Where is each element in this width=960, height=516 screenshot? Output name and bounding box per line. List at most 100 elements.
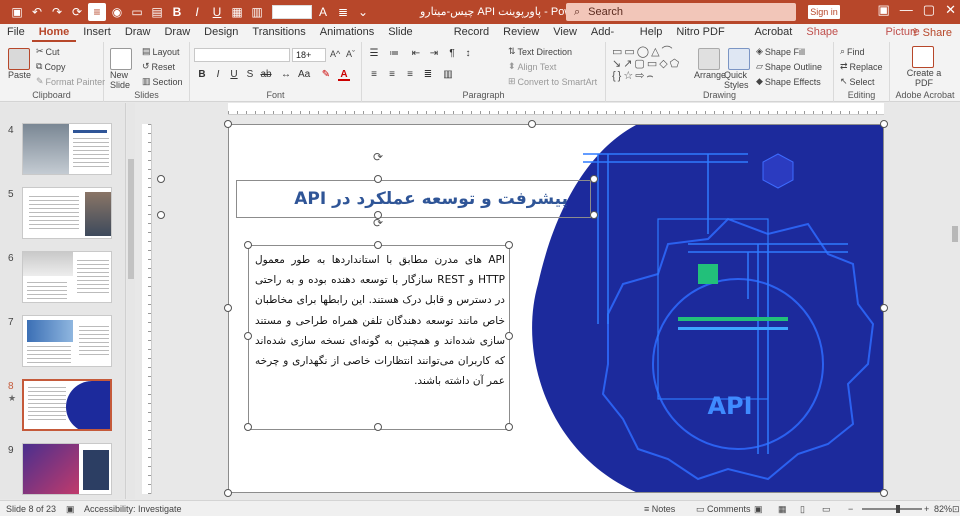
- tab-home[interactable]: Home: [31, 24, 77, 42]
- close-icon[interactable]: ✕: [945, 2, 956, 18]
- thumbnail-slide-5[interactable]: 5: [0, 187, 125, 243]
- slide-scroll-thumb[interactable]: [952, 226, 958, 242]
- resize-handle[interactable]: [880, 120, 888, 128]
- zoom-slider[interactable]: [862, 505, 922, 513]
- align-icon[interactable]: ≣: [334, 3, 352, 21]
- tab-file[interactable]: File: [0, 24, 32, 42]
- save-icon[interactable]: ▣: [8, 3, 26, 21]
- thumbnail-scroll-thumb[interactable]: [128, 159, 134, 279]
- tab-record[interactable]: Record: [447, 24, 496, 42]
- customize-icon[interactable]: ⌄: [354, 3, 372, 21]
- title-handle[interactable]: [590, 211, 598, 219]
- table-icon[interactable]: ▦: [228, 3, 246, 21]
- layout-button[interactable]: ▤ Layout: [142, 46, 180, 57]
- font-size-combo[interactable]: 18+: [292, 48, 326, 62]
- rtl-icon[interactable]: ¶: [446, 48, 458, 60]
- replace-button[interactable]: ⇄ Replace: [840, 61, 883, 72]
- text-direction-button[interactable]: ⇅ Text Direction: [508, 46, 572, 57]
- create-pdf-icon[interactable]: [912, 46, 934, 68]
- body-handle[interactable]: [505, 423, 513, 431]
- find-button[interactable]: ⌕ Find: [840, 46, 865, 57]
- resize-handle[interactable]: [528, 120, 536, 128]
- maximize-icon[interactable]: ▢: [923, 2, 935, 18]
- resize-handle[interactable]: [224, 120, 232, 128]
- grow-font-icon[interactable]: A^: [330, 49, 340, 59]
- tab-insert[interactable]: Insert: [76, 24, 118, 42]
- italic-qa-icon[interactable]: I: [188, 3, 206, 21]
- shadow-icon[interactable]: S: [244, 69, 256, 81]
- title-rotate-icon[interactable]: ⟳: [371, 150, 385, 164]
- tab-acrobat[interactable]: Acrobat: [747, 24, 799, 42]
- zoom-level[interactable]: 82%: [934, 504, 952, 514]
- spacing-icon[interactable]: ↔: [280, 69, 292, 81]
- zoom-slider-knob[interactable]: [896, 505, 900, 513]
- body-rotate-icon[interactable]: ⟳: [371, 216, 385, 230]
- body-handle[interactable]: [374, 423, 382, 431]
- comments-button[interactable]: ▭ Comments: [696, 504, 751, 515]
- notes-button[interactable]: ≡ Notes: [644, 504, 675, 514]
- justify-icon[interactable]: ≣: [422, 69, 434, 81]
- body-handle[interactable]: [244, 332, 252, 340]
- image-icon[interactable]: ▤: [148, 3, 166, 21]
- accessibility-status[interactable]: Accessibility: Investigate: [84, 504, 182, 514]
- tab-nitro-pdf[interactable]: Nitro PDF Pro: [669, 24, 747, 55]
- arrange-button[interactable]: Arrange: [694, 70, 726, 80]
- slide-sorter-icon[interactable]: ▦: [778, 504, 787, 515]
- search-input[interactable]: ⌕ Search: [566, 3, 796, 21]
- align-center-icon[interactable]: ≡: [386, 69, 398, 81]
- new-slide-icon[interactable]: [110, 48, 132, 70]
- body-handle[interactable]: [505, 241, 513, 249]
- reset-button[interactable]: ↺ Reset: [142, 61, 175, 72]
- paste-button[interactable]: Paste: [8, 70, 31, 80]
- format-painter-button[interactable]: ✎ Format Painter: [36, 76, 105, 87]
- thumbnail-scrollbar[interactable]: [127, 103, 135, 499]
- font-name-combo[interactable]: [194, 48, 290, 62]
- record-icon[interactable]: ◉: [108, 3, 126, 21]
- convert-smartart-button[interactable]: ⊞ Convert to SmartArt: [508, 76, 597, 87]
- slide-scrollbar[interactable]: [950, 116, 960, 499]
- title-handle[interactable]: [374, 175, 382, 183]
- slide-body-text[interactable]: API های مدرن مطابق با استانداردها به طور…: [255, 250, 505, 391]
- thumbnail-slide-7[interactable]: 7: [0, 315, 125, 371]
- normal-view-icon[interactable]: ▣: [754, 504, 763, 515]
- tab-draw-2[interactable]: Draw: [157, 24, 197, 42]
- bullets-icon[interactable]: ☰: [368, 48, 380, 60]
- line-spacing-icon[interactable]: ↕: [462, 48, 474, 60]
- decrease-indent-icon[interactable]: ⇤: [410, 48, 422, 60]
- thumbnail-slide-8[interactable]: 8 ★: [0, 379, 125, 435]
- body-placeholder[interactable]: API های مدرن مطابق با استانداردها به طور…: [248, 245, 510, 430]
- tab-add-ins[interactable]: Add-ins: [584, 24, 633, 55]
- thumbnail-slide-6[interactable]: 6: [0, 251, 125, 307]
- share-button[interactable]: ⇪ Share: [910, 26, 952, 39]
- tab-slide-show[interactable]: Slide Show: [381, 24, 446, 55]
- cut-button[interactable]: ✂ Cut: [36, 46, 60, 57]
- numbering-icon[interactable]: ≔: [388, 48, 400, 60]
- arrange-icon[interactable]: [698, 48, 720, 70]
- fit-slide-icon[interactable]: ⊡: [952, 504, 960, 515]
- thumbnail-slide-9[interactable]: 9: [0, 443, 125, 499]
- font-color-icon[interactable]: A: [314, 3, 332, 21]
- sign-in-button[interactable]: Sign in: [808, 5, 840, 19]
- increase-indent-icon[interactable]: ⇥: [428, 48, 440, 60]
- title-handle[interactable]: [157, 175, 165, 183]
- copy-button[interactable]: ⧉ Copy: [36, 61, 65, 72]
- shapes-gallery[interactable]: ▭▭◯△⌒ ↘↗▢▭◇⬠ {}☆⇨⌢: [612, 46, 694, 82]
- slide[interactable]: API پیشرفت و توسعه عملکرد در API API های…: [228, 124, 884, 493]
- resize-handle[interactable]: [880, 489, 888, 497]
- change-case-icon[interactable]: Aa: [298, 69, 310, 81]
- quick-styles-icon[interactable]: [728, 48, 750, 70]
- shrink-font-icon[interactable]: Aˇ: [346, 49, 355, 59]
- zoom-in-icon[interactable]: +: [924, 504, 929, 514]
- reading-view-icon[interactable]: ▯: [800, 504, 805, 515]
- ribbon-display-icon[interactable]: ▣: [878, 2, 890, 18]
- font-size-mini-box[interactable]: [272, 5, 312, 19]
- tab-review[interactable]: Review: [496, 24, 546, 42]
- strikethrough-icon[interactable]: ab: [260, 69, 272, 81]
- font-color-icon[interactable]: A: [338, 69, 350, 81]
- zoom-out-icon[interactable]: −: [848, 504, 853, 514]
- chart-icon[interactable]: ▥: [248, 3, 266, 21]
- highlight-icon[interactable]: ✎: [320, 69, 332, 81]
- columns-icon[interactable]: ▥: [442, 69, 454, 81]
- slideshow-icon[interactable]: ▭: [822, 504, 831, 515]
- shape-fill-button[interactable]: ◈ Shape Fill: [756, 46, 805, 57]
